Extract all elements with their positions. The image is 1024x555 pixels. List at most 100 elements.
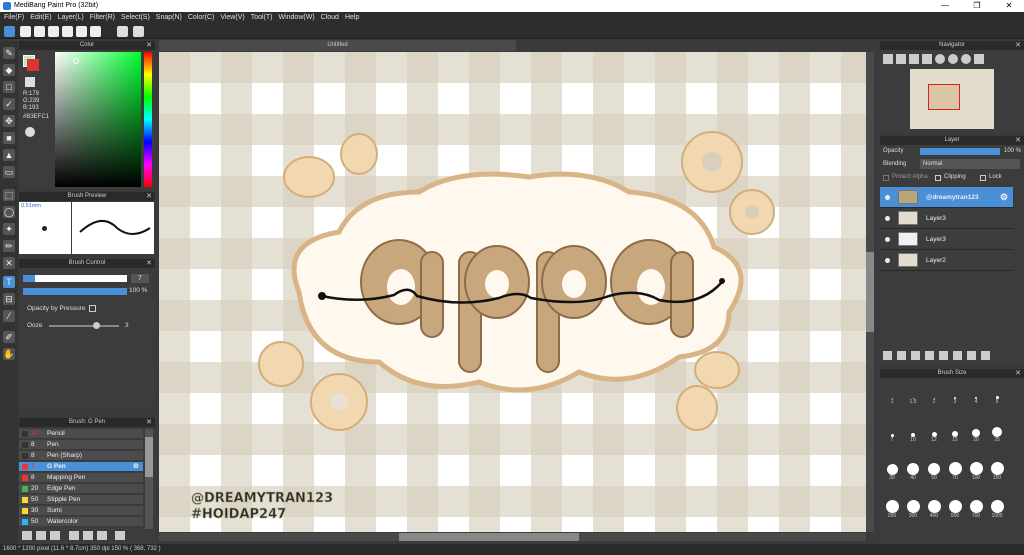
brush-size-option[interactable]: 1 [884,385,900,405]
add-layer-menu-icon[interactable] [925,351,934,360]
brush-size-option[interactable]: 500 [947,499,963,519]
hand-tool-icon[interactable]: ✋ [3,348,15,360]
navigator-viewport[interactable] [928,84,960,110]
brush-size-option[interactable]: 15 [947,423,963,443]
brush-size-option[interactable]: 700 [968,499,984,519]
text-icon[interactable] [76,26,87,37]
saturation-value-picker[interactable] [55,52,141,187]
brush-size-option[interactable]: 50 [926,461,942,481]
layer-opacity-slider[interactable] [920,148,1000,155]
document-tab[interactable]: Untitled [159,40,516,51]
brush-size-option[interactable]: 1000 [989,499,1005,519]
fill-tool-icon[interactable]: ■ [3,132,15,144]
layer-row-selected[interactable]: @dreamytran123 ⚙ [880,187,1013,208]
background-color-swatch[interactable] [27,59,39,71]
redo-icon[interactable] [133,26,144,37]
brush-item[interactable]: 8 Pen (Sharp) [19,451,143,461]
brush-item[interactable]: 50 Watercolor [19,517,143,527]
eye-icon[interactable] [885,237,890,242]
menu-window[interactable]: Window(W) [278,12,314,24]
menu-snap[interactable]: Snap(N) [156,12,182,24]
undo-icon[interactable] [117,26,128,37]
close-icon[interactable]: ✕ [146,41,152,50]
magic-wand-icon[interactable]: ✦ [3,223,15,235]
close-icon[interactable]: ✕ [1015,369,1021,378]
brush-size-option[interactable]: 25 [989,423,1005,443]
drawing-canvas[interactable]: @DREAMYTRAN123 #HOIDAP247 [159,52,866,532]
brush-size-option[interactable]: 1.5 [905,385,921,405]
lock-checkbox[interactable] [980,175,986,181]
brush-tool-icon[interactable]: ✎ [3,47,15,59]
brush-size-option[interactable]: 40 [905,461,921,481]
zoom-out-icon[interactable] [896,54,906,64]
trash-icon[interactable] [115,531,125,540]
blending-select[interactable]: Normal [920,159,1020,169]
new-halftone-layer-icon[interactable] [897,351,906,360]
menu-filter[interactable]: Filter(R) [90,12,115,24]
close-icon[interactable]: ✕ [146,418,152,427]
menu-view[interactable]: View(V) [220,12,244,24]
brush-size-option[interactable]: 5 [989,385,1005,405]
palette-icon[interactable] [25,127,35,137]
brush-size-slider[interactable] [23,275,127,282]
select-tool-icon[interactable]: ⬚ [3,189,15,201]
merge-layer-icon[interactable] [967,351,976,360]
brush-size-value[interactable]: 7 [131,274,149,283]
grid-icon[interactable] [90,26,101,37]
actual-size-icon[interactable] [922,54,932,64]
gear-icon[interactable]: ⚙ [1000,187,1008,208]
menu-layer[interactable]: Layer(L) [58,12,84,24]
folder-icon[interactable] [83,531,93,540]
material-icon[interactable] [62,26,73,37]
brush-item-selected[interactable]: 7G Pen ⚙ [19,462,143,472]
fit-icon[interactable] [909,54,919,64]
brush-item[interactable]: 8 Pen [19,440,143,450]
import-icon[interactable] [97,531,107,540]
new-brush-icon[interactable] [50,531,60,540]
brush-size-option[interactable]: 4 [968,385,984,405]
brush-size-option[interactable]: 30 [884,461,900,481]
menu-tool[interactable]: Tool(T) [251,12,273,24]
maximize-button[interactable]: ❐ [962,0,992,12]
clipping-checkbox[interactable] [935,175,941,181]
brush-item[interactable]: 8 Mapping Pen [19,473,143,483]
close-icon[interactable]: ✕ [1015,136,1021,145]
eye-icon[interactable] [885,258,890,263]
flip-icon[interactable] [974,54,984,64]
brush-list-scrollbar[interactable] [145,429,153,529]
pen-tool-icon[interactable]: ✓ [3,98,15,110]
brush-item[interactable]: 30 Sumi [19,506,143,516]
eye-icon[interactable] [885,216,890,221]
brush-size-option[interactable]: 10 [905,423,921,443]
layer-row[interactable]: Layer3 [880,229,1013,250]
brush-size-option[interactable]: 2 [926,385,942,405]
brush-item[interactable]: 20 Edge Pen [19,484,143,494]
duplicate-layer-icon[interactable] [953,351,962,360]
menu-select[interactable]: Select(S) [121,12,150,24]
ooze-slider-handle[interactable] [93,322,100,329]
lasso-tool-icon[interactable]: ◯ [3,206,15,218]
text-tool-icon[interactable]: T [3,276,15,288]
close-icon[interactable]: ✕ [1015,41,1021,50]
add-brush-icon[interactable] [22,531,32,540]
cloud-icon[interactable] [4,26,15,37]
divide-tool-icon[interactable]: ⊟ [3,293,15,305]
brush-settings-icon[interactable] [36,531,46,540]
brush-size-option[interactable]: 12 [926,423,942,443]
layer-row[interactable]: Layer2 [880,250,1013,271]
comment-icon[interactable] [34,26,45,37]
menu-help[interactable]: Help [345,12,359,24]
brush-size-option[interactable]: 20 [968,423,984,443]
menu-edit[interactable]: Edit(E) [30,12,51,24]
zoom-in-icon[interactable] [883,54,893,64]
brush-size-option[interactable]: 70 [947,461,963,481]
select-eraser-icon[interactable]: ✕ [3,257,15,269]
brush-size-option[interactable]: 200 [884,499,900,519]
gradient-tool-icon[interactable]: ▭ [3,166,15,178]
folder-icon[interactable] [939,351,948,360]
select-pen-icon[interactable]: ✏ [3,240,15,252]
hue-slider[interactable] [144,52,152,187]
save-icon[interactable] [20,26,31,37]
eyedropper-icon[interactable]: ⁄ [3,310,15,322]
navigator-thumbnail[interactable] [910,69,994,129]
